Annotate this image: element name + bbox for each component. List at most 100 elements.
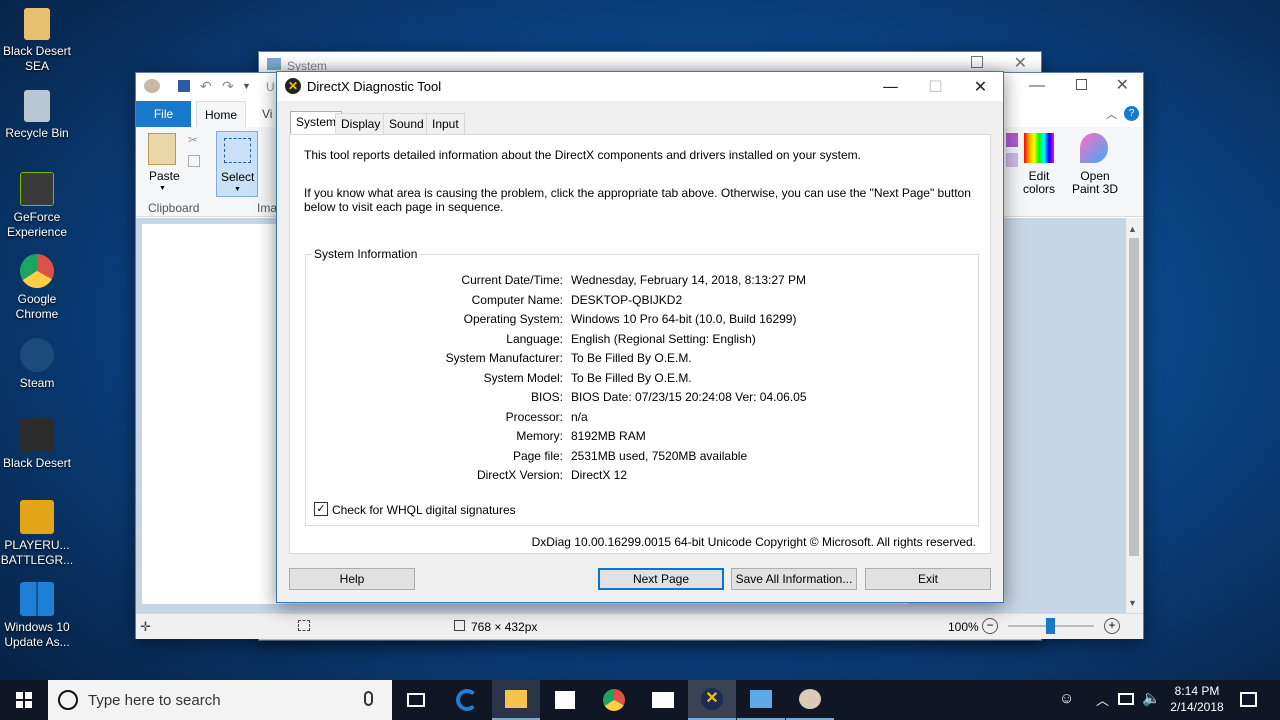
close-icon[interactable]: ✕ <box>958 72 1003 101</box>
maximize-icon[interactable] <box>1076 79 1087 90</box>
vertical-scrollbar[interactable]: ▲ ▼ <box>1126 218 1143 613</box>
copy-icon[interactable] <box>188 155 200 167</box>
save-all-information-button[interactable]: Save All Information... <box>731 568 857 590</box>
minimize-icon[interactable]: — <box>1029 77 1045 95</box>
taskbar-file-explorer[interactable] <box>492 680 540 720</box>
selection-size-icon <box>298 620 310 631</box>
recycle-bin-icon <box>24 90 50 122</box>
desktop-icon-label: Black Desert <box>2 456 72 470</box>
task-view-button[interactable] <box>392 680 440 720</box>
qat-label: U <box>266 80 275 94</box>
start-button[interactable] <box>0 680 48 720</box>
minimize-icon[interactable]: — <box>868 72 913 101</box>
ribbon-collapse-icon[interactable]: ︿ <box>1106 106 1117 122</box>
dxdiag-version-footer: DxDiag 10.00.16299.0015 64-bit Unicode C… <box>531 535 976 549</box>
paint3d-icon[interactable] <box>1080 133 1108 163</box>
system-info-row: Language: English (Regional Setting: Engl… <box>306 332 978 350</box>
help-button[interactable]: Help <box>289 568 415 590</box>
zoom-in-icon[interactable]: + <box>1104 618 1120 634</box>
qat-dropdown-icon[interactable]: ▼ <box>242 81 251 91</box>
show-hidden-icons-icon[interactable]: ︿ <box>1096 690 1109 709</box>
desktop-icon-geforce[interactable]: GeForce Experience <box>0 172 74 240</box>
next-page-button[interactable]: Next Page <box>598 568 724 590</box>
taskbar: Type here to search ✕ ☺ ︿ 🔈 8:14 PM 2/14… <box>0 680 1280 720</box>
system-info-value: English (Regional Setting: English) <box>571 331 756 346</box>
clock[interactable]: 8:14 PM 2/14/2018 <box>1166 683 1228 715</box>
chevron-down-icon: ▼ <box>234 186 241 193</box>
action-center-icon[interactable] <box>1240 692 1257 707</box>
network-icon[interactable] <box>1118 693 1134 705</box>
system-info-key: BIOS: <box>530 390 563 404</box>
volume-icon[interactable]: 🔈 <box>1142 689 1161 707</box>
black-desert-icon <box>20 418 54 452</box>
system-tab-panel: This tool reports detailed information a… <box>289 134 991 554</box>
system-info-row: DirectX Version: DirectX 12 <box>306 468 978 486</box>
tab-sound[interactable]: Sound <box>383 113 430 134</box>
taskbar-system-info[interactable] <box>737 680 785 720</box>
help-icon[interactable]: ? <box>1124 106 1139 121</box>
edit-colors-icon[interactable] <box>1024 133 1054 163</box>
tab-file[interactable]: File <box>136 101 191 127</box>
select-button[interactable]: Select ▼ <box>216 131 258 197</box>
tab-view[interactable]: Vi <box>262 107 272 121</box>
redo-icon[interactable]: ↷ <box>222 78 234 95</box>
desktop-icon-chrome[interactable]: Google Chrome <box>0 254 74 322</box>
windows-logo-icon <box>16 692 32 708</box>
geforce-icon <box>20 172 54 206</box>
system-info-value: BIOS Date: 07/23/15 20:24:08 Ver: 04.06.… <box>571 390 807 404</box>
tab-display[interactable]: Display <box>335 113 387 134</box>
open-paint3d-label[interactable]: Open Paint 3D <box>1070 170 1120 196</box>
desktop-icon-pubg[interactable]: PLAYERU... BATTLEGR... <box>0 500 74 568</box>
tab-input[interactable]: Input <box>426 113 465 134</box>
exit-button[interactable]: Exit <box>865 568 991 590</box>
microphone-icon[interactable] <box>364 691 373 706</box>
desktop-icon-recycle-bin[interactable]: Recycle Bin <box>0 90 74 141</box>
chevron-down-icon[interactable]: ▼ <box>159 185 166 192</box>
search-icon <box>58 690 78 710</box>
move-cursor-icon: ✛ <box>140 619 151 634</box>
system-info-group: System Information Current Date/Time: Wed… <box>305 247 979 526</box>
taskbar-dxdiag[interactable]: ✕ <box>688 680 736 720</box>
taskbar-edge[interactable] <box>443 680 491 720</box>
paste-label[interactable]: Paste <box>149 169 180 183</box>
zoom-slider-thumb[interactable] <box>1046 618 1055 634</box>
taskbar-store[interactable] <box>541 680 589 720</box>
taskbar-chrome[interactable] <box>590 680 638 720</box>
store-icon <box>555 691 575 709</box>
paste-icon[interactable] <box>148 133 176 165</box>
edit-colors-label[interactable]: Edit colors <box>1016 170 1062 196</box>
color-swatch[interactable] <box>1006 153 1018 167</box>
desktop-icon-label: Windows 10 Update As... <box>4 620 70 649</box>
maximize-icon[interactable] <box>971 56 983 68</box>
zoom-out-icon[interactable]: − <box>982 618 998 634</box>
people-icon[interactable]: ☺ <box>1059 690 1074 707</box>
search-box[interactable]: Type here to search <box>48 680 392 720</box>
whql-checkbox[interactable]: ✓ <box>314 502 328 516</box>
color-swatch[interactable] <box>1006 133 1018 147</box>
cut-icon[interactable]: ✂ <box>188 133 198 147</box>
save-icon[interactable] <box>178 80 190 92</box>
whql-label[interactable]: Check for WHQL digital signatures <box>332 503 516 517</box>
desktop-icon-black-desert-sea[interactable]: Black Desert SEA <box>0 8 74 74</box>
system-icon <box>267 58 281 70</box>
dxdiag-window[interactable]: ✕ DirectX Diagnostic Tool — ☐ ✕ System D… <box>276 71 1004 603</box>
scroll-thumb[interactable] <box>1129 238 1139 556</box>
undo-icon[interactable]: ↶ <box>200 78 212 95</box>
desktop-icon-win10-update[interactable]: Windows 10 Update As... <box>0 582 74 650</box>
system-info-value: DirectX 12 <box>571 468 628 482</box>
system-info-key: Operating System: <box>463 312 563 326</box>
clock-date: 2/14/2018 <box>1170 700 1224 714</box>
scroll-up-icon[interactable]: ▲ <box>1128 224 1137 234</box>
directx-icon: ✕ <box>285 78 301 94</box>
close-icon[interactable]: ✕ <box>1116 75 1129 94</box>
close-icon[interactable]: ✕ <box>1014 53 1027 72</box>
desktop-icon-steam[interactable]: Steam <box>0 338 74 391</box>
taskbar-paint[interactable] <box>786 680 834 720</box>
desktop-icon-label: Black Desert SEA <box>2 44 72 73</box>
taskbar-mail[interactable] <box>639 680 687 720</box>
scroll-down-icon[interactable]: ▼ <box>1128 598 1137 608</box>
tab-home[interactable]: Home <box>196 101 246 128</box>
system-info-key: Page file: <box>512 448 563 463</box>
desktop-icon-black-desert[interactable]: Black Desert <box>0 418 74 471</box>
system-info-row: Computer Name: DESKTOP-QBIJKD2 <box>306 293 978 311</box>
